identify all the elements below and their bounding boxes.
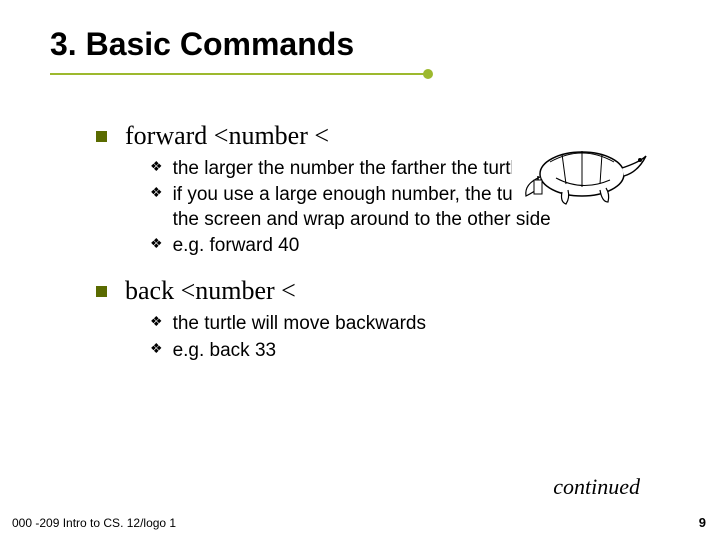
continued-label: continued <box>553 474 640 500</box>
sub-bullet: ❖ the turtle will move backwards <box>150 312 660 336</box>
bullet-label: forward <number < <box>125 121 329 151</box>
accent-dot <box>423 69 433 79</box>
arrow-bullet-icon: ❖ <box>150 158 163 176</box>
slide: 3. Basic Commands forward <number < <box>0 0 720 540</box>
arrow-bullet-icon: ❖ <box>150 235 163 253</box>
accent-line <box>50 73 430 75</box>
arrow-bullet-icon: ❖ <box>150 184 163 202</box>
bullet-item-back: back <number < <box>96 276 660 306</box>
arrow-bullet-icon: ❖ <box>150 313 163 331</box>
sub-bullet-text: e.g. back 33 <box>173 339 277 363</box>
page-number: 9 <box>699 515 706 530</box>
sub-bullet-text: e.g. forward 40 <box>173 234 300 258</box>
sub-bullet-text: the turtle will move backwards <box>173 312 426 336</box>
arrow-bullet-icon: ❖ <box>150 340 163 358</box>
slide-body: forward <number < ❖ the larger the numbe… <box>0 85 720 363</box>
title-area: 3. Basic Commands <box>0 0 720 85</box>
square-bullet-icon <box>96 286 107 297</box>
turtle-illustration <box>512 132 662 211</box>
sub-bullet: ❖ e.g. forward 40 <box>150 234 660 258</box>
footer-course-info: 000 -209 Intro to CS. 12/logo 1 <box>12 516 176 530</box>
bullet-label: back <number < <box>125 276 296 306</box>
sub-bullet: ❖ e.g. back 33 <box>150 339 660 363</box>
slide-title: 3. Basic Commands <box>50 26 720 63</box>
square-bullet-icon <box>96 131 107 142</box>
